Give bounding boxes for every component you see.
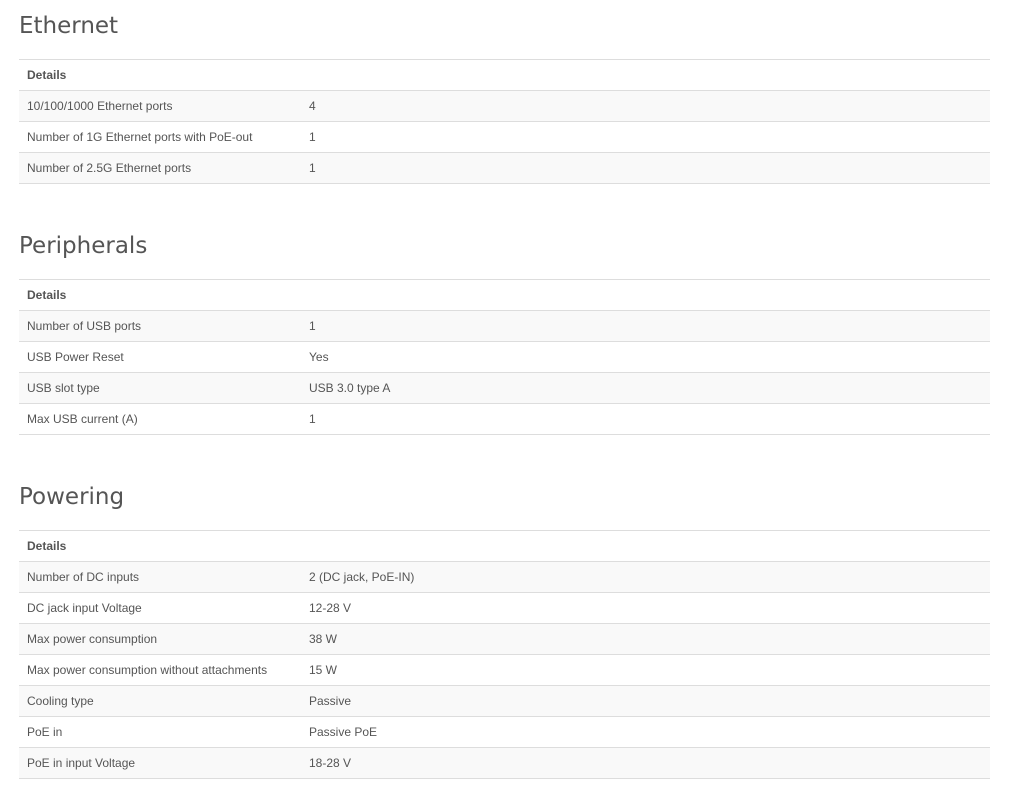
spec-label: Number of DC inputs: [19, 561, 301, 593]
table-header-row: Details: [19, 59, 990, 91]
spec-table-peripherals: Details Number of USB ports 1 USB Power …: [19, 279, 990, 435]
spec-value: Yes: [301, 341, 990, 373]
table-header-row: Details: [19, 530, 990, 562]
spec-label: PoE in: [19, 716, 301, 748]
table-row: Number of USB ports 1: [19, 310, 990, 342]
spec-label: Number of 2.5G Ethernet ports: [19, 152, 301, 184]
spec-label: DC jack input Voltage: [19, 592, 301, 624]
spec-value: 1: [301, 121, 990, 153]
table-row: Max power consumption without attachment…: [19, 654, 990, 686]
table-header-details: Details: [19, 279, 990, 311]
spec-value: 12-28 V: [301, 592, 990, 624]
spec-value: 38 W: [301, 623, 990, 655]
spec-label: Number of USB ports: [19, 310, 301, 342]
spec-label: Max power consumption without attachment…: [19, 654, 301, 686]
spec-value: 18-28 V: [301, 747, 990, 779]
section-title: Ethernet: [19, 13, 119, 39]
spec-label: Number of 1G Ethernet ports with PoE-out: [19, 121, 301, 153]
section-title: Peripherals: [19, 233, 148, 259]
spec-label: PoE in input Voltage: [19, 747, 301, 779]
spec-value: Passive PoE: [301, 716, 990, 748]
spec-value: 1: [301, 152, 990, 184]
spec-label: USB slot type: [19, 372, 301, 404]
spec-value: 15 W: [301, 654, 990, 686]
table-row: Max power consumption 38 W: [19, 623, 990, 655]
section-powering: Powering Details Number of DC inputs 2 (…: [19, 483, 990, 779]
spec-label: Cooling type: [19, 685, 301, 717]
section-title: Powering: [19, 484, 125, 510]
table-row: USB slot type USB 3.0 type A: [19, 372, 990, 404]
spec-table-powering: Details Number of DC inputs 2 (DC jack, …: [19, 530, 990, 779]
table-header-details: Details: [19, 59, 990, 91]
spec-value: USB 3.0 type A: [301, 372, 990, 404]
spec-table-ethernet: Details 10/100/1000 Ethernet ports 4 Num…: [19, 59, 990, 184]
table-row: Number of DC inputs 2 (DC jack, PoE-IN): [19, 561, 990, 593]
table-row: Number of 1G Ethernet ports with PoE-out…: [19, 121, 990, 153]
table-header-row: Details: [19, 279, 990, 311]
table-row: PoE in Passive PoE: [19, 716, 990, 748]
spec-value: Passive: [301, 685, 990, 717]
spec-label: Max power consumption: [19, 623, 301, 655]
spec-value: 2 (DC jack, PoE-IN): [301, 561, 990, 593]
table-header-details: Details: [19, 530, 990, 562]
table-row: 10/100/1000 Ethernet ports 4: [19, 90, 990, 122]
spec-value: 1: [301, 310, 990, 342]
table-row: Cooling type Passive: [19, 685, 990, 717]
spec-value: 1: [301, 403, 990, 435]
table-row: Max USB current (A) 1: [19, 403, 990, 435]
table-row: USB Power Reset Yes: [19, 341, 990, 373]
table-row: Number of 2.5G Ethernet ports 1: [19, 152, 990, 184]
table-row: PoE in input Voltage 18-28 V: [19, 747, 990, 779]
section-ethernet: Ethernet Details 10/100/1000 Ethernet po…: [19, 12, 990, 184]
spec-label: 10/100/1000 Ethernet ports: [19, 90, 301, 122]
section-peripherals: Peripherals Details Number of USB ports …: [19, 232, 990, 435]
spec-label: Max USB current (A): [19, 403, 301, 435]
spec-label: USB Power Reset: [19, 341, 301, 373]
table-row: DC jack input Voltage 12-28 V: [19, 592, 990, 624]
spec-value: 4: [301, 90, 990, 122]
